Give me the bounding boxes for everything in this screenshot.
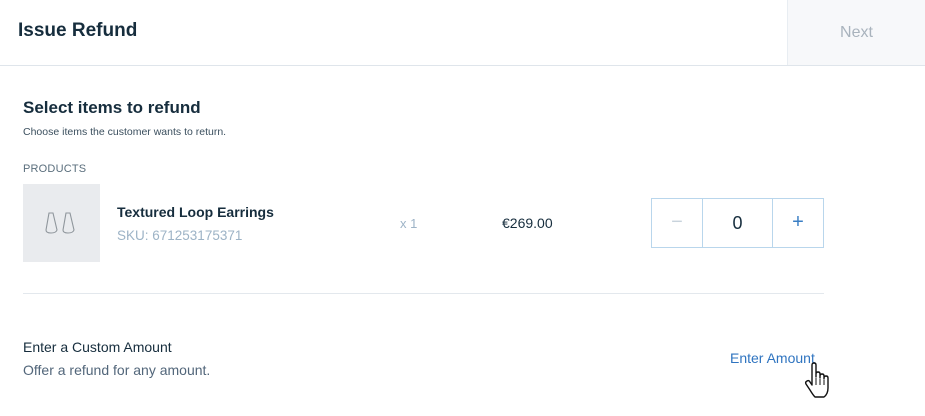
select-items-subtitle: Choose items the customer wants to retur…	[23, 126, 227, 138]
page-header: Issue Refund Next	[0, 0, 925, 66]
next-button[interactable]: Next	[787, 0, 925, 65]
section-divider	[23, 293, 824, 294]
select-items-title: Select items to refund	[23, 98, 201, 117]
product-thumbnail	[23, 184, 100, 262]
refund-quantity-stepper: − 0 +	[651, 198, 824, 248]
product-sku: SKU: 671253175371	[117, 228, 243, 243]
product-name: Textured Loop Earrings	[117, 204, 274, 220]
refund-quantity-value[interactable]: 0	[703, 199, 772, 247]
products-column-label: PRODUCTS	[23, 163, 87, 175]
product-quantity: x 1	[400, 216, 418, 231]
custom-amount-title: Enter a Custom Amount	[23, 339, 172, 355]
custom-amount-subtitle: Offer a refund for any amount.	[23, 362, 211, 378]
page-title: Issue Refund	[18, 20, 138, 41]
earrings-icon	[45, 212, 75, 234]
product-price: €269.00	[502, 215, 553, 231]
increment-button[interactable]: +	[772, 199, 823, 247]
hand-pointer-icon	[804, 362, 829, 398]
decrement-button[interactable]: −	[652, 199, 703, 247]
